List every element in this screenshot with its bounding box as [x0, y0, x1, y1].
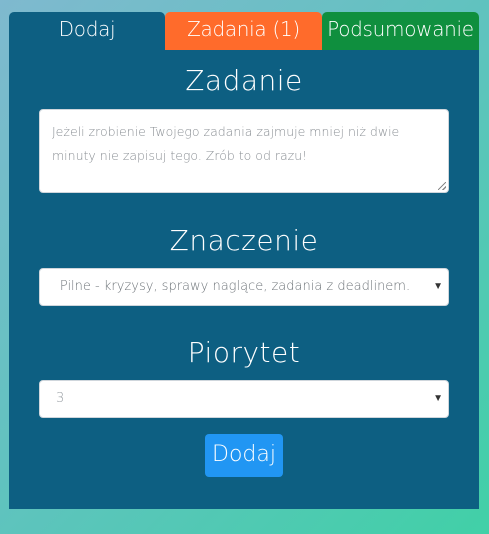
tab-summary[interactable]: Podsumowanie	[322, 12, 479, 50]
task-textarea[interactable]: Jeżeli zrobienie Twojego zadania zajmuje…	[39, 109, 449, 193]
tab-bar: Dodaj Zadania (1) Podsumowanie	[9, 12, 479, 50]
chevron-down-icon: ▼	[433, 393, 443, 404]
priority-selected-value: 3	[56, 391, 65, 406]
importance-selected-value: Pilne - kryzysy, sprawy naglące, zadania…	[59, 279, 411, 294]
importance-heading: Znaczenie	[169, 224, 319, 257]
tab-add[interactable]: Dodaj	[9, 12, 165, 50]
task-placeholder: Jeżeli zrobienie Twojego zadania zajmuje…	[52, 124, 400, 163]
task-heading: Zadanie	[185, 64, 303, 97]
add-button[interactable]: Dodaj	[205, 434, 283, 477]
tab-tasks[interactable]: Zadania (1)	[165, 12, 322, 50]
chevron-down-icon: ▼	[433, 281, 443, 292]
importance-select[interactable]: Pilne - kryzysy, sprawy naglące, zadania…	[39, 268, 449, 306]
priority-heading: Piorytet	[187, 336, 301, 369]
add-task-panel: Zadanie Jeżeli zrobienie Twojego zadania…	[9, 50, 479, 509]
resize-handle-icon[interactable]	[438, 182, 446, 190]
priority-select[interactable]: 3 ▼	[39, 380, 449, 418]
